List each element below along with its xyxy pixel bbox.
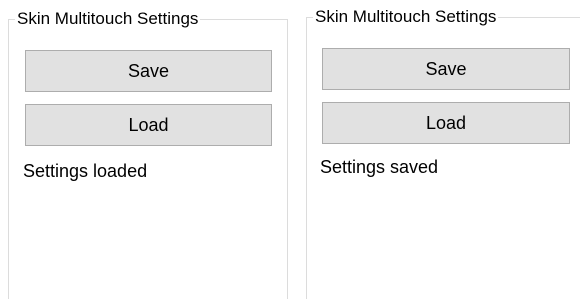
settings-group-left: Skin Multitouch Settings Save Load Setti… — [8, 9, 288, 299]
group-title: Skin Multitouch Settings — [15, 9, 201, 29]
load-button[interactable]: Load — [322, 102, 570, 144]
settings-group-right: Skin Multitouch Settings Save Load Setti… — [306, 7, 580, 299]
status-text: Settings saved — [320, 157, 439, 177]
group-title: Skin Multitouch Settings — [313, 7, 499, 27]
save-button[interactable]: Save — [25, 50, 272, 92]
save-button[interactable]: Save — [322, 48, 570, 90]
status-text: Settings loaded — [23, 161, 148, 181]
load-button[interactable]: Load — [25, 104, 272, 146]
